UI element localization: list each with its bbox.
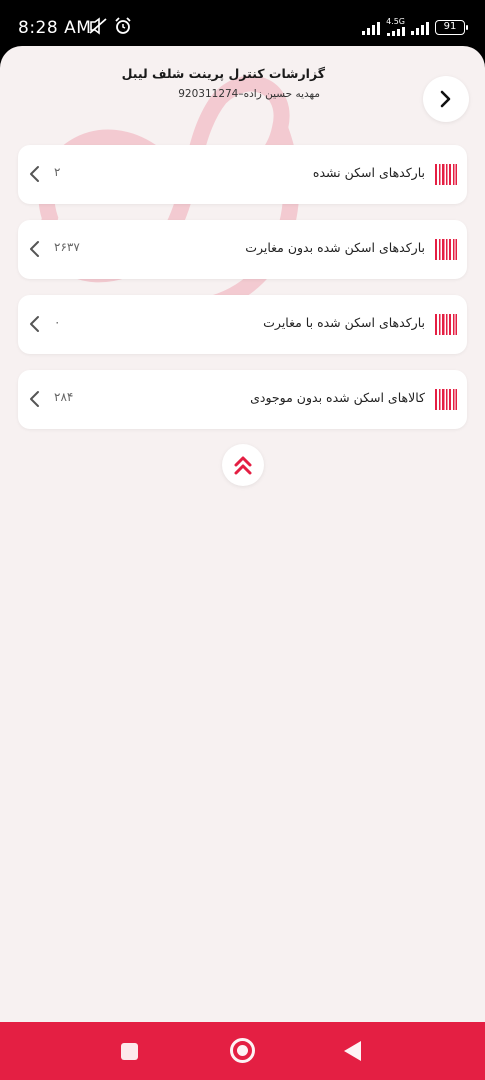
battery-icon: 91 (435, 19, 468, 35)
signal-icon (362, 19, 381, 35)
chevron-left-icon (30, 391, 39, 407)
report-item-label: بارکدهای اسکن شده با مغایرت (263, 315, 425, 330)
chevron-right-icon (440, 90, 451, 108)
report-item-scanned-no-discrepancy[interactable]: بارکدهای اسکن شده بدون مغایرت ۲۶۳۷ (18, 220, 467, 279)
battery-level: 91 (443, 20, 457, 32)
header: گزارشات کنترل پرینت شلف لیبل مهدیه حسین … (0, 46, 485, 144)
app-screen: گزارشات کنترل پرینت شلف لیبل مهدیه حسین … (0, 46, 485, 1022)
status-icons-left (88, 17, 132, 35)
report-item-scanned-no-stock[interactable]: کالاهای اسکن شده بدون موجودی ۲۸۴ (18, 370, 467, 429)
mute-icon (89, 17, 107, 35)
forward-button[interactable] (423, 76, 469, 122)
report-item-count: ۲ (54, 165, 61, 179)
report-item-label: بارکدهای اسکن شده بدون مغایرت (245, 240, 425, 255)
report-item-label: بارکدهای اسکن نشده (312, 165, 425, 180)
barcode-icon (435, 239, 457, 260)
report-list: بارکدهای اسکن نشده ۲ بارکدهای اسکن شده ب… (18, 145, 467, 445)
recent-apps-button[interactable] (121, 1043, 138, 1060)
collapse-button[interactable] (222, 444, 264, 486)
chevron-left-icon (30, 241, 39, 257)
status-icons-right: 4.5G 91 (362, 18, 468, 36)
chevron-left-icon (30, 316, 39, 332)
report-item-count: ۲۶۳۷ (54, 240, 80, 254)
user-subtitle: مهدیه حسین زاده–920311274 (178, 88, 320, 100)
report-item-scanned-with-discrepancy[interactable]: بارکدهای اسکن شده با مغایرت ۰ (18, 295, 467, 354)
barcode-icon (435, 389, 457, 410)
home-button[interactable] (230, 1038, 255, 1063)
signal-icon (386, 26, 405, 36)
page-title: گزارشات کنترل پرینت شلف لیبل (121, 66, 325, 81)
chevron-left-icon (30, 166, 39, 182)
status-time: 8:28 AM (18, 18, 92, 38)
status-bar: 8:28 AM 4.5G 91 (0, 0, 485, 46)
report-item-count: ۲۸۴ (54, 390, 74, 404)
alarm-icon (115, 17, 131, 34)
double-chevron-up-icon (234, 456, 252, 475)
signal-icon (411, 19, 429, 35)
network-label: 4.5G (386, 17, 405, 26)
network-indicator: 4.5G (386, 18, 405, 36)
barcode-icon (435, 164, 457, 185)
system-nav-bar (0, 1022, 485, 1080)
report-item-not-scanned[interactable]: بارکدهای اسکن نشده ۲ (18, 145, 467, 204)
report-item-count: ۰ (54, 315, 61, 329)
report-item-label: کالاهای اسکن شده بدون موجودی (250, 390, 425, 405)
barcode-icon (435, 314, 457, 335)
back-button[interactable] (344, 1041, 361, 1061)
